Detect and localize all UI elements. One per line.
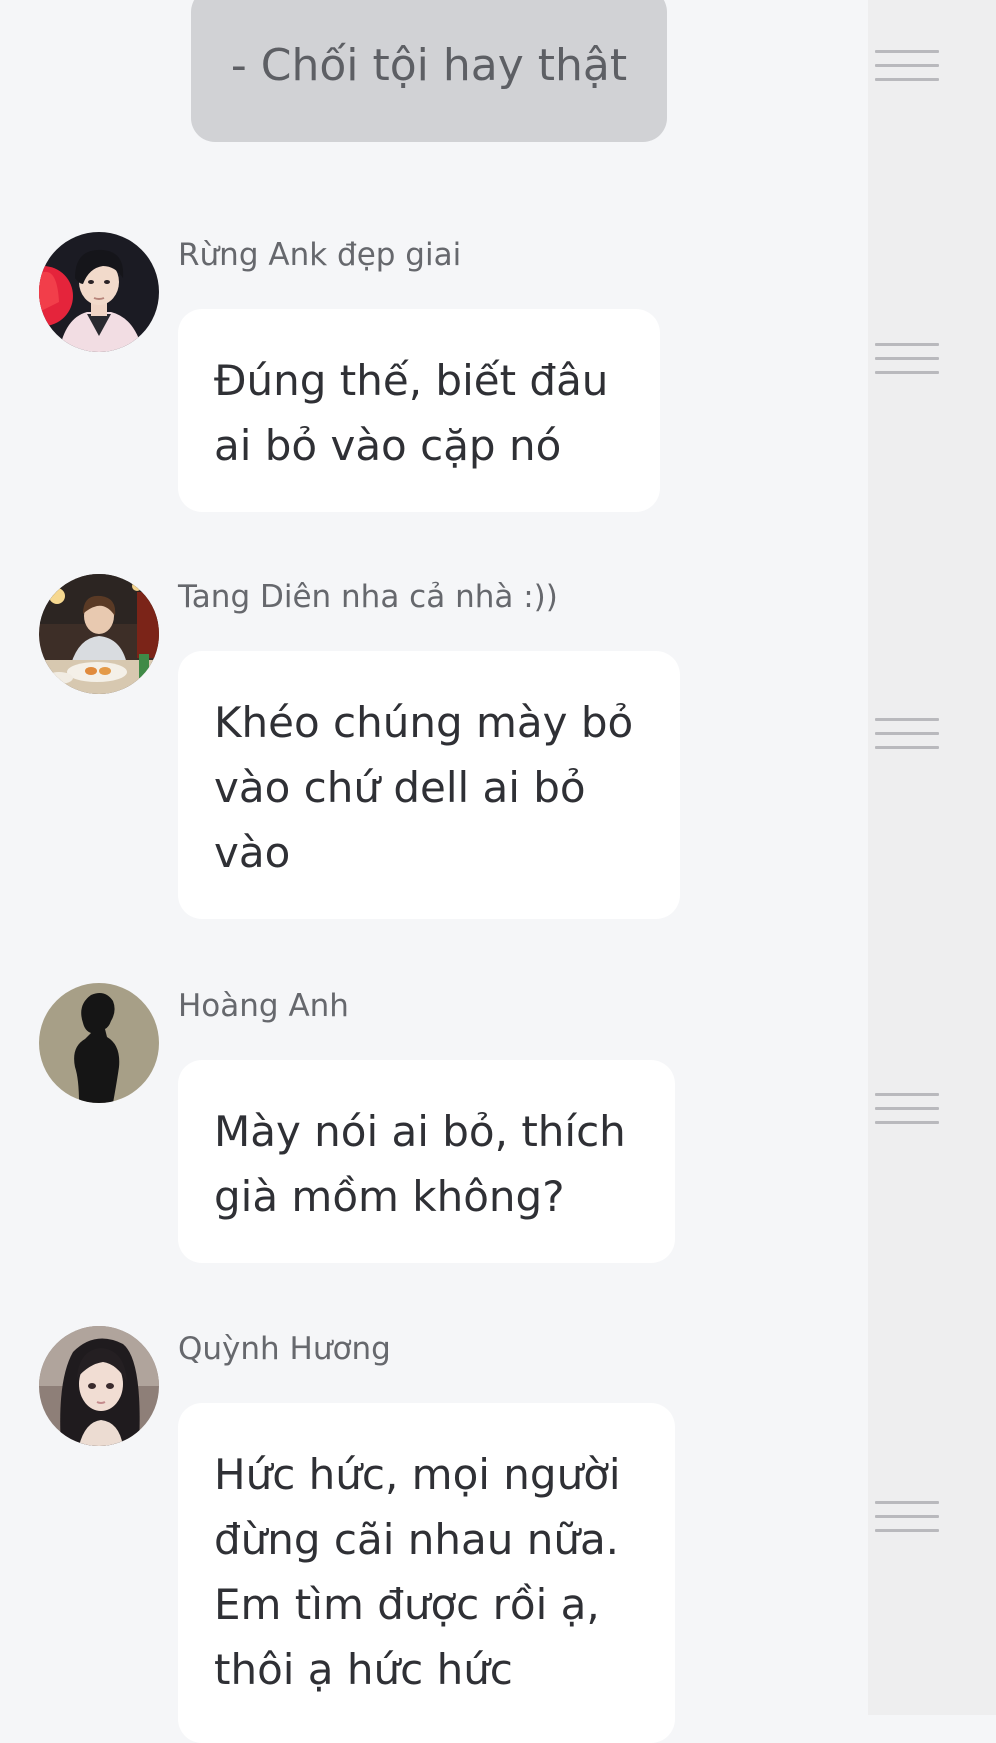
dining-photo-avatar[interactable] bbox=[39, 574, 159, 694]
message-bubble: Khéo chúng mày bỏ vào chứ dell ai bỏ vào bbox=[178, 651, 680, 919]
message-line: Em tìm được rồi ạ, bbox=[214, 1580, 600, 1629]
message-line: vào chứ dell ai bỏ bbox=[214, 763, 586, 812]
message-line: vào bbox=[214, 828, 291, 877]
sender-name: Tang Diên nha cả nhà :)) bbox=[178, 579, 558, 615]
message-line: Hức hức, mọi người bbox=[214, 1450, 621, 1499]
message-line: đừng cãi nhau nữa. bbox=[214, 1515, 620, 1564]
chat-column: - Chối tội hay thật Rừng Ank đẹp giai Đú… bbox=[0, 0, 868, 1743]
message-line: ai bỏ vào cặp nó bbox=[214, 421, 562, 470]
drag-handle-icon[interactable] bbox=[875, 1093, 939, 1127]
sender-name: Rừng Ank đẹp giai bbox=[178, 237, 462, 273]
male-portrait-avatar[interactable] bbox=[39, 232, 159, 352]
drag-handle-icon[interactable] bbox=[875, 50, 939, 84]
narration-text: - Chối tội hay thật bbox=[230, 40, 628, 91]
narration-bubble: - Chối tội hay thật bbox=[191, 0, 667, 142]
message-line: Khéo chúng mày bỏ bbox=[214, 698, 634, 747]
dining-photo-icon bbox=[39, 574, 159, 694]
silhouette-icon bbox=[39, 983, 159, 1103]
anime-girl-avatar[interactable] bbox=[39, 1326, 159, 1446]
drag-handle-icon[interactable] bbox=[875, 1501, 939, 1535]
silhouette-avatar[interactable] bbox=[39, 983, 159, 1103]
message-bubble: Hức hức, mọi người đừng cãi nhau nữa. Em… bbox=[178, 1403, 675, 1743]
message-bubble: Mày nói ai bỏ, thích già mồm không? bbox=[178, 1060, 675, 1263]
sender-name: Quỳnh Hương bbox=[178, 1331, 391, 1367]
male-portrait-icon bbox=[39, 232, 159, 352]
drag-handle-icon[interactable] bbox=[875, 718, 939, 752]
drag-handle-icon[interactable] bbox=[875, 343, 939, 377]
message-line: Đúng thế, biết đâu bbox=[214, 356, 609, 405]
message-line: Mày nói ai bỏ, thích bbox=[214, 1107, 626, 1156]
message-line: già mồm không? bbox=[214, 1172, 565, 1221]
anime-girl-icon bbox=[39, 1326, 159, 1446]
sender-name: Hoàng Anh bbox=[178, 988, 349, 1024]
side-rail bbox=[868, 0, 996, 1715]
message-line: thôi ạ hức hức bbox=[214, 1645, 513, 1694]
message-bubble: Đúng thế, biết đâu ai bỏ vào cặp nó bbox=[178, 309, 660, 512]
